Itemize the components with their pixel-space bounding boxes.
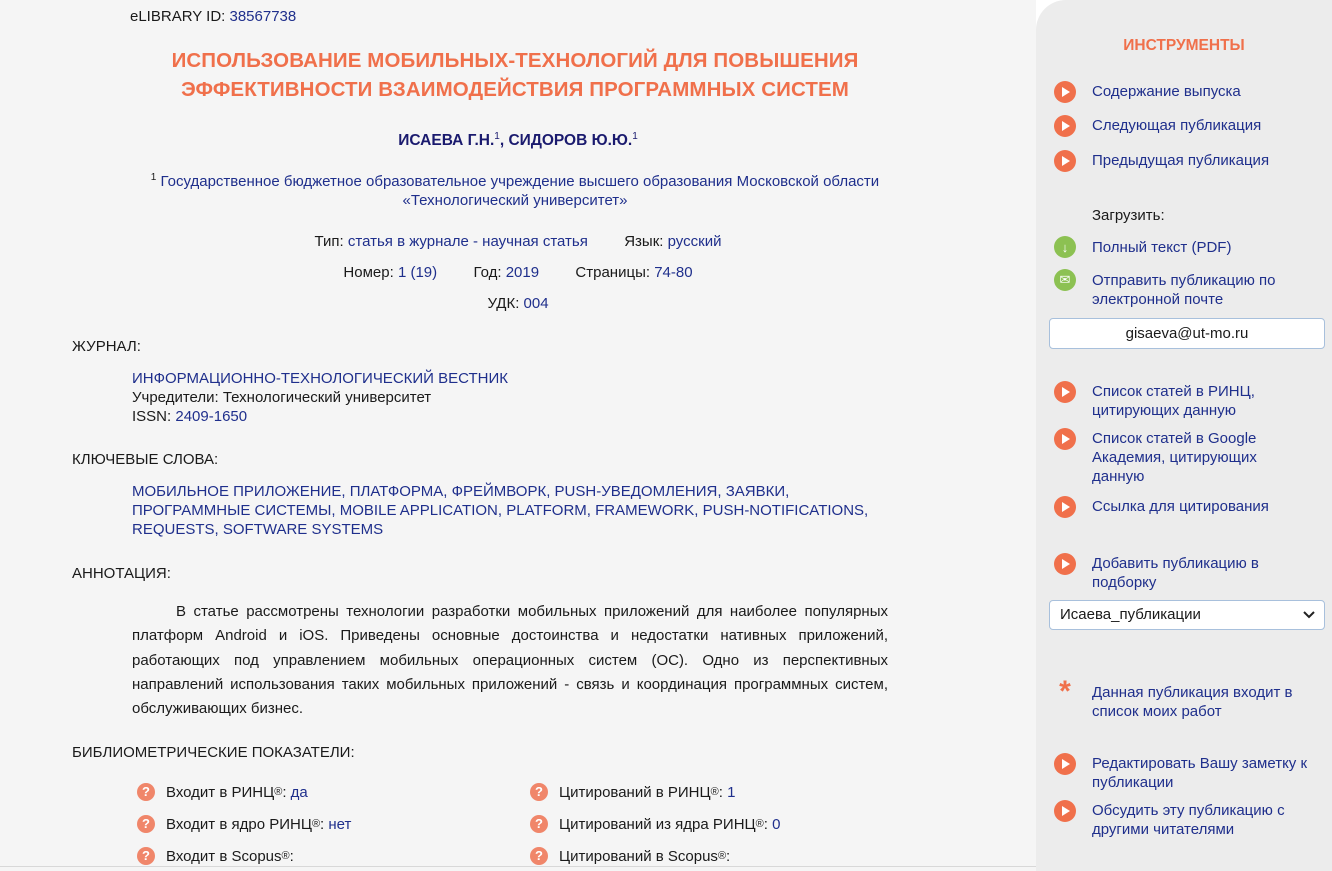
play-circle-icon [1054,150,1076,172]
journal-heading: ЖУРНАЛ: [72,338,141,355]
keyword-link[interactable]: MOBILE APPLICATION [340,502,498,519]
meta-number-year-pages: Номер: 1 (19) Год: 2019 Страницы: 74-80 [343,264,693,281]
keywords-list: МОБИЛЬНОЕ ПРИЛОЖЕНИЕ, ПЛАТФОРМА, ФРЕЙМВО… [132,483,869,538]
keyword-link[interactable]: ФРЕЙМВОРК [452,483,547,500]
meta-udk: УДК: 004 [487,295,549,312]
keyword-link[interactable]: ПЛАТФОРМА [350,483,444,500]
keyword-link[interactable]: SOFTWARE SYSTEMS [223,521,383,538]
meta-type-lang: Тип: статья в журнале - научная статья Я… [314,233,722,250]
question-icon[interactable]: ? [137,847,155,865]
metric-value[interactable]: 1 [727,784,735,801]
elibrary-id-link[interactable]: 38567738 [230,8,297,25]
full-text-pdf-link[interactable]: ↓ Полный текст (PDF) [1054,236,1324,258]
elibrary-id: eLIBRARY ID: 38567738 [130,8,297,25]
metric-value[interactable]: 0 [772,816,780,833]
pages-value: 74-80 [654,264,693,281]
question-icon[interactable]: ? [530,815,548,833]
type-link[interactable]: статья в журнале - научная статья [348,233,588,250]
send-email-link[interactable]: ✉ Отправить публикацию по электронной по… [1054,269,1324,309]
email-input[interactable]: gisaeva@ut-mo.ru [1049,318,1325,349]
sidebar-title: ИНСТРУМЕНТЫ [1123,37,1245,54]
mail-icon: ✉ [1054,269,1076,291]
rinc-citing-list-link[interactable]: Список статей в РИНЦ, цитирующих данную [1054,381,1324,420]
play-circle-icon [1054,800,1076,822]
issue-contents-link[interactable]: Содержание выпуска [1054,81,1324,103]
udk-link[interactable]: 004 [524,295,549,312]
question-icon[interactable]: ? [137,783,155,801]
citation-link[interactable]: Ссылка для цитирования [1054,496,1324,518]
language-link[interactable]: русский [668,233,722,250]
download-label: Загрузить: [1092,207,1165,224]
next-publication-link[interactable]: Следующая публикация [1054,115,1324,137]
metric-in-rinc-core: ? Входит в ядро РИНЦ ®: нет [137,815,351,833]
chevron-down-icon [1302,601,1316,639]
metric-in-rinc: ? Входит в РИНЦ ®: да [137,783,308,801]
author-link[interactable]: СИДОРОВ Ю.Ю. [508,132,632,149]
play-circle-icon [1054,81,1076,103]
download-icon: ↓ [1054,236,1076,258]
keyword-link[interactable]: PUSH-УВЕДОМЛЕНИЯ [555,483,718,500]
affiliation-link[interactable]: Государственное бюджетное образовательно… [161,173,880,209]
previous-publication-link[interactable]: Предыдущая публикация [1054,150,1324,172]
metric-value[interactable]: нет [328,816,351,833]
keyword-link[interactable]: МОБИЛЬНОЕ ПРИЛОЖЕНИЕ [132,483,341,500]
year-link[interactable]: 2019 [506,264,539,281]
play-circle-icon [1054,496,1076,518]
affiliation: 1 Государственное бюджетное образователь… [150,172,880,209]
asterisk-icon: * [1059,675,1071,708]
abstract-text: В статье рассмотрены технологии разработ… [132,603,888,718]
biblio-heading: БИБЛИОМЕТРИЧЕСКИЕ ПОКАЗАТЕЛИ: [72,744,355,761]
main-content: eLIBRARY ID: 38567738 ИСПОЛЬЗОВАНИЕ МОБИ… [0,0,1036,871]
edit-note-link[interactable]: Редактировать Вашу заметку к публикации [1054,753,1324,792]
keyword-link[interactable]: ПРОГРАММНЫЕ СИСТЕМЫ [132,502,331,519]
issn-link[interactable]: 2409-1650 [175,408,247,425]
play-circle-icon [1054,115,1076,137]
journal-name-link[interactable]: ИНФОРМАЦИОННО-ТЕХНОЛОГИЧЕСКИЙ ВЕСТНИК [132,370,508,387]
keyword-link[interactable]: PLATFORM [506,502,587,519]
keyword-link[interactable]: REQUESTS [132,521,215,538]
authors: ИСАЕВА Г.Н.1, СИДОРОВ Ю.Ю.1 [398,131,638,150]
play-circle-icon [1054,753,1076,775]
keyword-link[interactable]: PUSH-NOTIFICATIONS [703,502,864,519]
bottom-divider [0,866,1036,867]
google-scholar-citing-link[interactable]: Список статей в Google Академия, цитирую… [1054,428,1324,486]
journal-block: ИНФОРМАЦИОННО-ТЕХНОЛОГИЧЕСКИЙ ВЕСТНИК Уч… [132,370,508,425]
metric-rinc-core-citations: ? Цитирований из ядра РИНЦ ®: 0 [530,815,780,833]
question-icon[interactable]: ? [530,783,548,801]
keyword-link[interactable]: ЗАЯВКИ [726,483,785,500]
discuss-publication-link[interactable]: Обсудить эту публикацию с другими читате… [1054,800,1324,839]
play-circle-icon [1054,428,1076,450]
question-icon[interactable]: ? [530,847,548,865]
question-icon[interactable]: ? [137,815,155,833]
collection-select[interactable]: Исаева_публикации [1049,600,1325,630]
article-title: ИСПОЛЬЗОВАНИЕ МОБИЛЬНЫХ-ТЕХНОЛОГИЙ ДЛЯ П… [171,49,859,101]
add-to-collection-link[interactable]: Добавить публикацию в подборку [1054,553,1324,592]
metric-in-scopus: ? Входит в Scopus ®: [137,847,298,865]
metric-rinc-citations: ? Цитирований в РИНЦ ®: 1 [530,783,735,801]
abstract-heading: АННОТАЦИЯ: [72,565,171,582]
issue-number-link[interactable]: 1 (19) [398,264,437,281]
author-link[interactable]: ИСАЕВА Г.Н. [398,132,494,149]
keywords-heading: КЛЮЧЕВЫЕ СЛОВА: [72,451,219,468]
my-works-status: * Данная публикация входит в список моих… [1054,675,1324,721]
keyword-link[interactable]: FRAMEWORK [595,502,694,519]
play-circle-icon [1054,553,1076,575]
play-circle-icon [1054,381,1076,403]
metric-scopus-citations: ? Цитирований в Scopus ®: [530,847,734,865]
metric-value[interactable]: да [291,784,308,801]
journal-founders: Учредители: Технологический университет [132,389,432,406]
